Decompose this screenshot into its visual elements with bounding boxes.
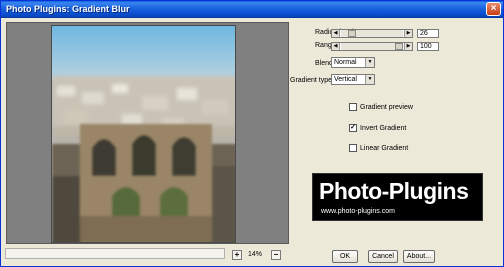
- about-button[interactable]: About...: [403, 250, 435, 263]
- linear-gradient-label[interactable]: Linear Gradient: [360, 145, 408, 152]
- range-increase-arrow-icon[interactable]: ▶: [404, 43, 412, 50]
- range-slider-track[interactable]: [341, 43, 403, 50]
- zoom-level: 14%: [248, 251, 263, 258]
- range-decrease-arrow-icon[interactable]: ◀: [332, 43, 340, 50]
- range-value-field[interactable]: 100: [417, 42, 439, 51]
- ok-button[interactable]: OK: [332, 250, 358, 263]
- linear-gradient-checkbox[interactable]: [349, 144, 357, 152]
- preview-image[interactable]: [51, 25, 236, 243]
- radius-increase-arrow-icon[interactable]: ▶: [404, 30, 412, 37]
- chevron-down-icon[interactable]: ▼: [365, 75, 374, 84]
- photo-plugins-logo: Photo-Plugins www.photo-plugins.com: [312, 173, 483, 221]
- gradient-preview-label[interactable]: Gradient preview: [360, 104, 413, 111]
- zoom-in-button[interactable]: +: [232, 250, 242, 260]
- window-title: Photo Plugins: Gradient Blur: [6, 4, 130, 14]
- blending-selected-value: Normal: [334, 59, 357, 66]
- radius-decrease-arrow-icon[interactable]: ◀: [332, 30, 340, 37]
- gradient-preview-checkbox[interactable]: [349, 103, 357, 111]
- plugin-dialog: Photo Plugins: Gradient Blur × + 14% − R…: [0, 0, 504, 267]
- preview-panel[interactable]: [6, 22, 289, 244]
- range-slider-thumb[interactable]: [395, 43, 403, 50]
- range-slider[interactable]: ◀ ▶: [331, 42, 413, 51]
- horizontal-scroll-area[interactable]: [5, 248, 225, 259]
- zoom-out-button[interactable]: −: [271, 250, 281, 260]
- preview-photo-art: [52, 26, 235, 242]
- invert-gradient-label[interactable]: Invert Gradient: [360, 125, 406, 132]
- title-bar[interactable]: Photo Plugins: Gradient Blur ×: [1, 1, 503, 18]
- close-button[interactable]: ×: [486, 2, 501, 16]
- radius-value-field[interactable]: 26: [417, 29, 439, 38]
- cancel-button[interactable]: Cancel: [368, 250, 398, 263]
- chevron-down-icon[interactable]: ▼: [365, 58, 374, 67]
- invert-gradient-checkbox[interactable]: ✓: [349, 124, 357, 132]
- logo-title: Photo-Plugins: [319, 178, 469, 204]
- radius-slider-thumb[interactable]: [348, 30, 356, 37]
- gradient-type-select[interactable]: Vertical ▼: [331, 74, 375, 85]
- logo-url: www.photo-plugins.com: [321, 208, 395, 215]
- blending-select[interactable]: Normal ▼: [331, 57, 375, 68]
- radius-slider[interactable]: ◀ ▶: [331, 29, 413, 38]
- gradient-type-label: Gradient type: [290, 77, 333, 84]
- gradient-type-selected-value: Vertical: [334, 76, 357, 83]
